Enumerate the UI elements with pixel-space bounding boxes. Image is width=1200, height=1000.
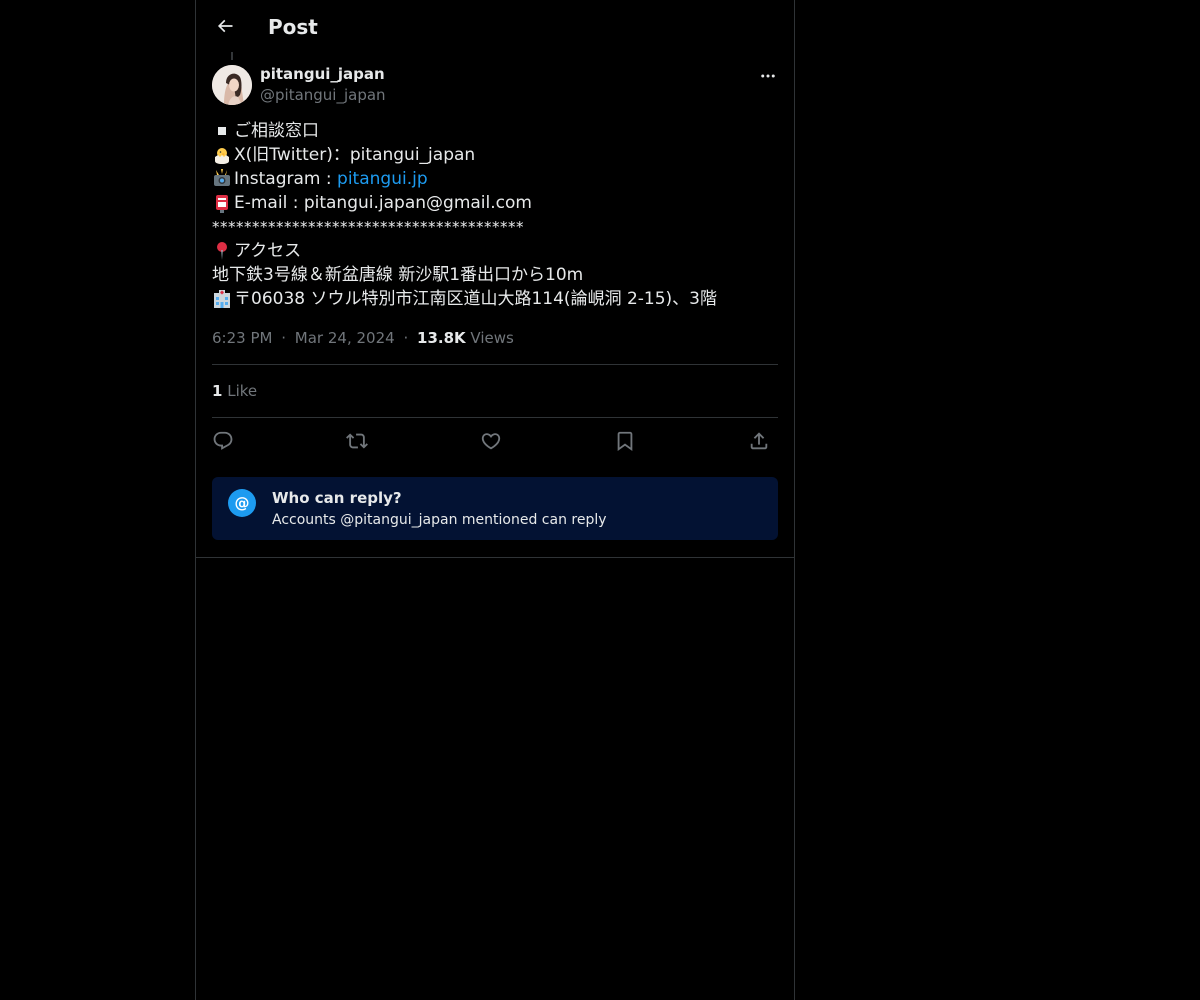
likes-label: Like xyxy=(222,382,258,400)
tweet-text-segment: 〒06038 ソウル特別市江南区道山大路114(論峴洞 2-15)、3階 xyxy=(234,289,717,309)
repost-icon xyxy=(346,433,368,449)
divider xyxy=(212,364,778,365)
postbox-icon xyxy=(216,195,228,213)
page-title: Post xyxy=(268,15,318,39)
tweet-text: ご相談窓口 X(旧Twitter)：pitangui_japan Instagr… xyxy=(212,119,778,311)
tweet-line-consultation: ご相談窓口 xyxy=(212,119,778,143)
like-icon xyxy=(481,433,501,450)
action-bar xyxy=(212,428,778,454)
tweet-text-segment: *************************************** xyxy=(212,218,524,236)
repost-button[interactable] xyxy=(344,428,370,454)
reply-restriction-title: Who can reply? xyxy=(272,489,402,507)
likes-summary[interactable]: 1 Like xyxy=(212,381,257,401)
tweet-line-x-account: X(旧Twitter)：pitangui_japan xyxy=(212,143,778,167)
reply-button[interactable] xyxy=(210,428,236,454)
tweet-line-address: 〒06038 ソウル特別市江南区道山大路114(論峴洞 2-15)、3階 xyxy=(212,287,778,311)
bookmark-icon xyxy=(617,431,633,452)
tweet-text-segment: ご相談窓口 xyxy=(234,121,319,141)
back-button[interactable] xyxy=(208,9,242,43)
thread-connector-line xyxy=(231,52,233,60)
tweet-text-segment: X(旧Twitter)：pitangui_japan xyxy=(234,145,476,165)
tweet-time[interactable]: 6:23 PM xyxy=(212,329,272,347)
hatching-chick-icon xyxy=(215,148,229,164)
arrow-left-icon xyxy=(217,19,233,33)
share-icon xyxy=(750,432,768,450)
reply-icon xyxy=(213,431,233,450)
reply-restriction-notice: @ Who can reply? Accounts @pitangui_japa… xyxy=(212,477,778,540)
likes-count: 1 xyxy=(212,382,223,400)
bookmark-button[interactable] xyxy=(612,428,638,454)
author-display-name[interactable]: pitangui_japan xyxy=(260,64,385,84)
more-options-button[interactable] xyxy=(756,64,780,88)
black-square-icon xyxy=(218,127,226,135)
tweet-meta: 6:23 PM · Mar 24, 2024 · 13.8K Views xyxy=(212,328,514,348)
tweet-line-separator: *************************************** xyxy=(212,215,778,239)
top-bar: Post xyxy=(196,0,794,53)
meta-separator: · xyxy=(281,329,287,347)
share-button[interactable] xyxy=(746,428,772,454)
meta-separator: · xyxy=(403,329,409,347)
camera-flash-icon xyxy=(214,169,230,186)
tweet-line-instagram: Instagram : pitangui.jp xyxy=(212,167,778,191)
author-handle[interactable]: @pitangui_japan xyxy=(260,85,386,105)
like-button[interactable] xyxy=(478,428,504,454)
round-pushpin-icon xyxy=(217,242,227,260)
instagram-link[interactable]: pitangui.jp xyxy=(337,167,428,191)
bottom-divider xyxy=(196,557,794,558)
divider xyxy=(212,417,778,418)
avatar[interactable] xyxy=(212,65,252,105)
tweet-text-segment: 地下鉄3号線＆新盆唐線 新沙駅1番出口から10m xyxy=(212,265,584,285)
views-label: Views xyxy=(465,329,514,347)
views-count: 13.8K xyxy=(417,329,466,347)
tweet-line-email: E-mail : pitangui.japan@gmail.com xyxy=(212,191,778,215)
tweet-date[interactable]: Mar 24, 2024 xyxy=(295,329,395,347)
main-column: Post pitangui_japan @pitangui_japan ご相談窓… xyxy=(195,0,795,1000)
more-horizontal-icon xyxy=(761,74,775,78)
avatar-image xyxy=(212,65,252,105)
at-sign-icon: @ xyxy=(228,489,256,517)
reply-restriction-subtitle: Accounts @pitangui_japan mentioned can r… xyxy=(272,512,607,528)
tweet-text-segment: アクセス xyxy=(234,241,302,261)
tweet-line-access: アクセス xyxy=(212,239,778,263)
tweet-text-segment: E-mail : pitangui.japan@gmail.com xyxy=(234,193,532,213)
hospital-building-icon xyxy=(214,290,230,308)
tweet-line-directions: 地下鉄3号線＆新盆唐線 新沙駅1番出口から10m xyxy=(212,263,778,287)
tweet-text-segment: Instagram : xyxy=(234,169,338,189)
